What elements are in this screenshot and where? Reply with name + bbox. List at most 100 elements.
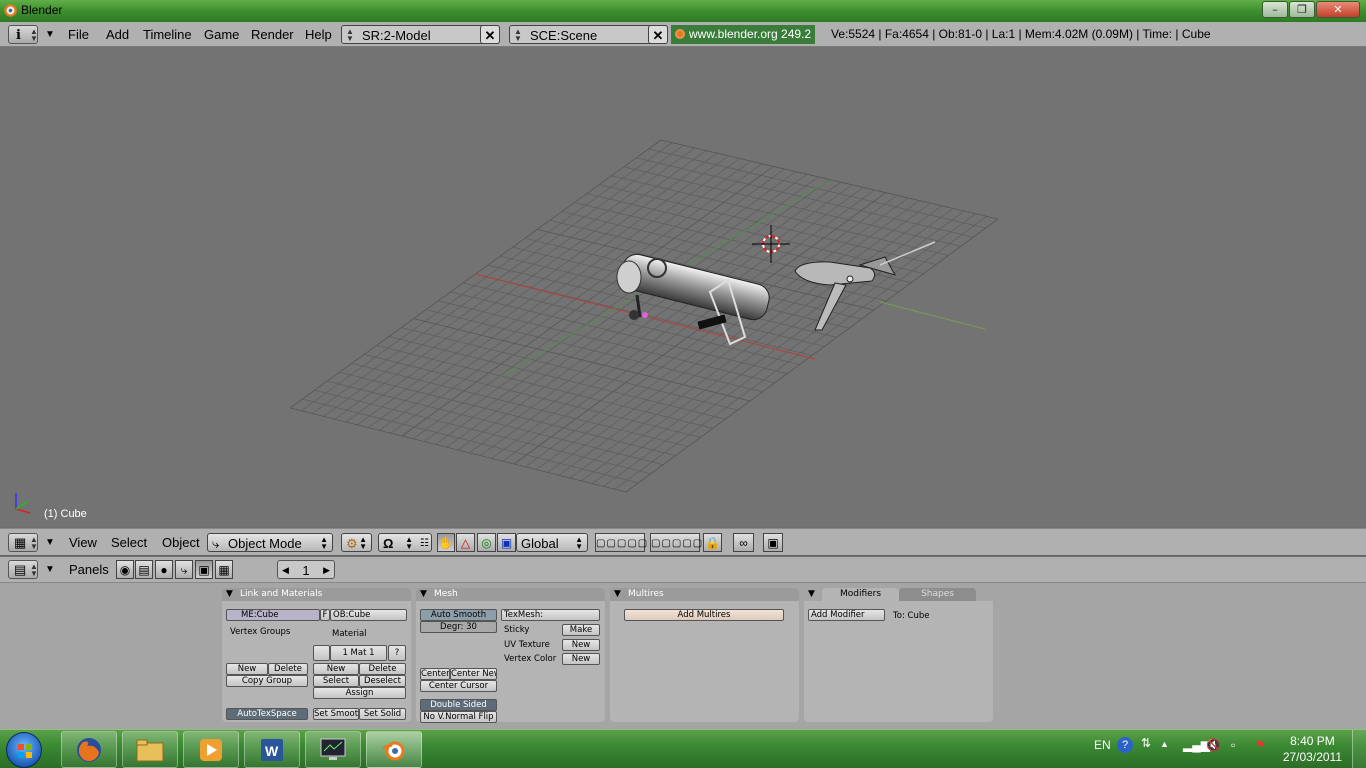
- orientation-selector[interactable]: Global ▲ ▼: [516, 533, 588, 552]
- script-context-icon[interactable]: ▤: [135, 560, 153, 579]
- taskbar-media-player[interactable]: [183, 731, 239, 768]
- collapse-triangle-icon[interactable]: ▼: [808, 588, 815, 601]
- add-multires-button[interactable]: Add Multires: [624, 609, 784, 621]
- material-select-button[interactable]: Select: [313, 675, 359, 687]
- taskbar-blender[interactable]: [366, 731, 422, 768]
- material-assign-button[interactable]: Assign: [313, 687, 406, 699]
- panel-title[interactable]: ▼ Mesh: [416, 588, 605, 601]
- set-smooth-button[interactable]: Set Smoot: [313, 708, 359, 720]
- taskbar-monitor-app[interactable]: [305, 731, 361, 768]
- center-button[interactable]: Center: [420, 668, 450, 680]
- arrow-left-icon[interactable]: ◀: [282, 561, 289, 580]
- blender-url-link[interactable]: www.blender.org 249.2: [671, 25, 816, 44]
- scene-context-icon[interactable]: ▦: [215, 560, 233, 579]
- action-center-icon[interactable]: ⚑: [1255, 738, 1266, 752]
- cube-object[interactable]: [616, 251, 772, 346]
- material-new-button[interactable]: New: [313, 663, 359, 675]
- double-sided-toggle[interactable]: Double Sided: [420, 699, 497, 711]
- collapse-triangle-icon[interactable]: ▼: [45, 560, 55, 579]
- link-icon[interactable]: ∞: [733, 533, 754, 552]
- taskbar-firefox[interactable]: [61, 731, 117, 768]
- material-color-swatch[interactable]: [313, 645, 330, 661]
- delete-scene-icon[interactable]: ✕: [648, 25, 668, 44]
- texmesh-field[interactable]: TexMesh:: [501, 609, 600, 621]
- object-name-field[interactable]: OB:Cube: [330, 609, 407, 621]
- volume-muted-icon[interactable]: 🔇: [1206, 738, 1221, 752]
- arrow-right-icon[interactable]: ▶: [323, 561, 330, 580]
- collapse-triangle-icon[interactable]: ▼: [614, 588, 621, 601]
- center-cursor-button[interactable]: Center Cursor: [420, 680, 497, 692]
- menu-game[interactable]: Game: [198, 25, 245, 44]
- object-context-icon[interactable]: ⤷: [175, 560, 193, 579]
- rotate-manipulator[interactable]: ◎: [477, 533, 496, 552]
- logic-context-icon[interactable]: ◉: [116, 560, 134, 579]
- collapse-triangle-icon[interactable]: ▼: [45, 533, 55, 552]
- panels-menu[interactable]: Panels: [63, 560, 115, 579]
- set-solid-button[interactable]: Set Solid: [359, 708, 406, 720]
- center-new-button[interactable]: Center New: [450, 668, 497, 680]
- delete-screen-icon[interactable]: ✕: [480, 25, 500, 44]
- screen-selector[interactable]: ▲ ▼ SR:2-Model ✕: [341, 25, 500, 44]
- show-desktop-button[interactable]: [1352, 730, 1366, 768]
- draw-type-selector[interactable]: ⚙ ▲ ▼: [341, 533, 372, 552]
- layer-buttons-group-1[interactable]: ▢▢▢▢▢: [595, 533, 647, 552]
- language-indicator[interactable]: EN: [1094, 738, 1111, 752]
- sticky-make-button[interactable]: Make: [562, 624, 600, 636]
- menu-timeline[interactable]: Timeline: [137, 25, 198, 44]
- scale-manipulator[interactable]: ▣: [497, 533, 516, 552]
- uv-texture-new-button[interactable]: New: [562, 639, 600, 651]
- collapse-triangle-icon[interactable]: ▼: [45, 25, 55, 44]
- menu-file[interactable]: File: [62, 25, 95, 44]
- no-vnormal-flip-toggle[interactable]: No V.Normal Flip: [420, 711, 497, 723]
- frame-number-field[interactable]: ◀ 1 ▶: [277, 560, 335, 579]
- show-hidden-icons-icon[interactable]: ▲: [1160, 739, 1169, 749]
- material-deselect-button[interactable]: Deselect: [359, 675, 406, 687]
- copy-group-button[interactable]: Copy Group: [226, 675, 308, 687]
- 3d-viewport[interactable]: (1) Cube: [0, 47, 1366, 527]
- taskbar-word[interactable]: W: [244, 731, 300, 768]
- material-delete-button[interactable]: Delete: [359, 663, 406, 675]
- menu-view[interactable]: View: [63, 533, 103, 552]
- menu-add[interactable]: Add: [100, 25, 135, 44]
- vertex-color-new-button[interactable]: New: [562, 653, 600, 665]
- minimize-button[interactable]: –: [1262, 1, 1288, 18]
- maximize-button[interactable]: ❐: [1289, 1, 1315, 18]
- vgroup-delete-button[interactable]: Delete: [268, 663, 308, 675]
- lock-layers-icon[interactable]: 🔒: [703, 533, 722, 552]
- menu-object[interactable]: Object: [156, 533, 206, 552]
- system-clock[interactable]: 8:40 PM 27/03/2011: [1283, 733, 1342, 765]
- window-type-selector[interactable]: ▦ ▲ ▼: [8, 533, 38, 552]
- auto-smooth-toggle[interactable]: Auto Smooth: [420, 609, 497, 621]
- mode-selector[interactable]: ⤷ Object Mode ▲ ▼: [207, 533, 333, 552]
- mesh-datablock-field[interactable]: ME:Cube: [226, 609, 320, 621]
- panel-title[interactable]: ▼ Link and Materials: [222, 588, 411, 601]
- window-type-selector[interactable]: ▤ ▲ ▼: [8, 560, 38, 579]
- keyboard-icon[interactable]: ⇅: [1141, 736, 1151, 750]
- manipulator-toggle[interactable]: ✋: [437, 533, 455, 552]
- menu-render[interactable]: Render: [245, 25, 300, 44]
- 3d-cursor-icon[interactable]: [752, 225, 790, 263]
- help-icon[interactable]: ?: [1117, 737, 1133, 753]
- layer-buttons-group-2[interactable]: ▢▢▢▢▢: [650, 533, 702, 552]
- collapse-triangle-icon[interactable]: ▼: [420, 588, 427, 601]
- window-type-selector[interactable]: i ▲ ▼: [8, 25, 38, 44]
- menu-select[interactable]: Select: [105, 533, 153, 552]
- render-image-icon[interactable]: ▣: [763, 533, 783, 552]
- tab-shapes[interactable]: Shapes: [899, 588, 976, 601]
- vgroup-new-button[interactable]: New: [226, 663, 268, 675]
- editing-context-icon[interactable]: ▣: [195, 560, 213, 579]
- autotexspace-toggle[interactable]: AutoTexSpace: [226, 708, 308, 720]
- translate-manipulator[interactable]: △: [456, 533, 475, 552]
- add-modifier-button[interactable]: Add Modifier: [808, 609, 885, 621]
- degr-slider[interactable]: Degr: 30: [420, 621, 497, 633]
- tab-modifiers[interactable]: Modifiers: [822, 588, 899, 601]
- collapse-triangle-icon[interactable]: ▼: [226, 588, 233, 601]
- start-button[interactable]: [6, 732, 42, 768]
- scene-selector[interactable]: ▲ ▼ SCE:Scene ✕: [509, 25, 668, 44]
- close-button[interactable]: ✕: [1316, 1, 1360, 18]
- material-index-field[interactable]: 1 Mat 1: [330, 645, 387, 661]
- pivot-selector[interactable]: Ω ▲ ▼ ☷: [378, 533, 432, 552]
- viewport-scene[interactable]: [0, 47, 1366, 527]
- material-help-button[interactable]: ?: [388, 645, 406, 661]
- shading-context-icon[interactable]: ●: [155, 560, 173, 579]
